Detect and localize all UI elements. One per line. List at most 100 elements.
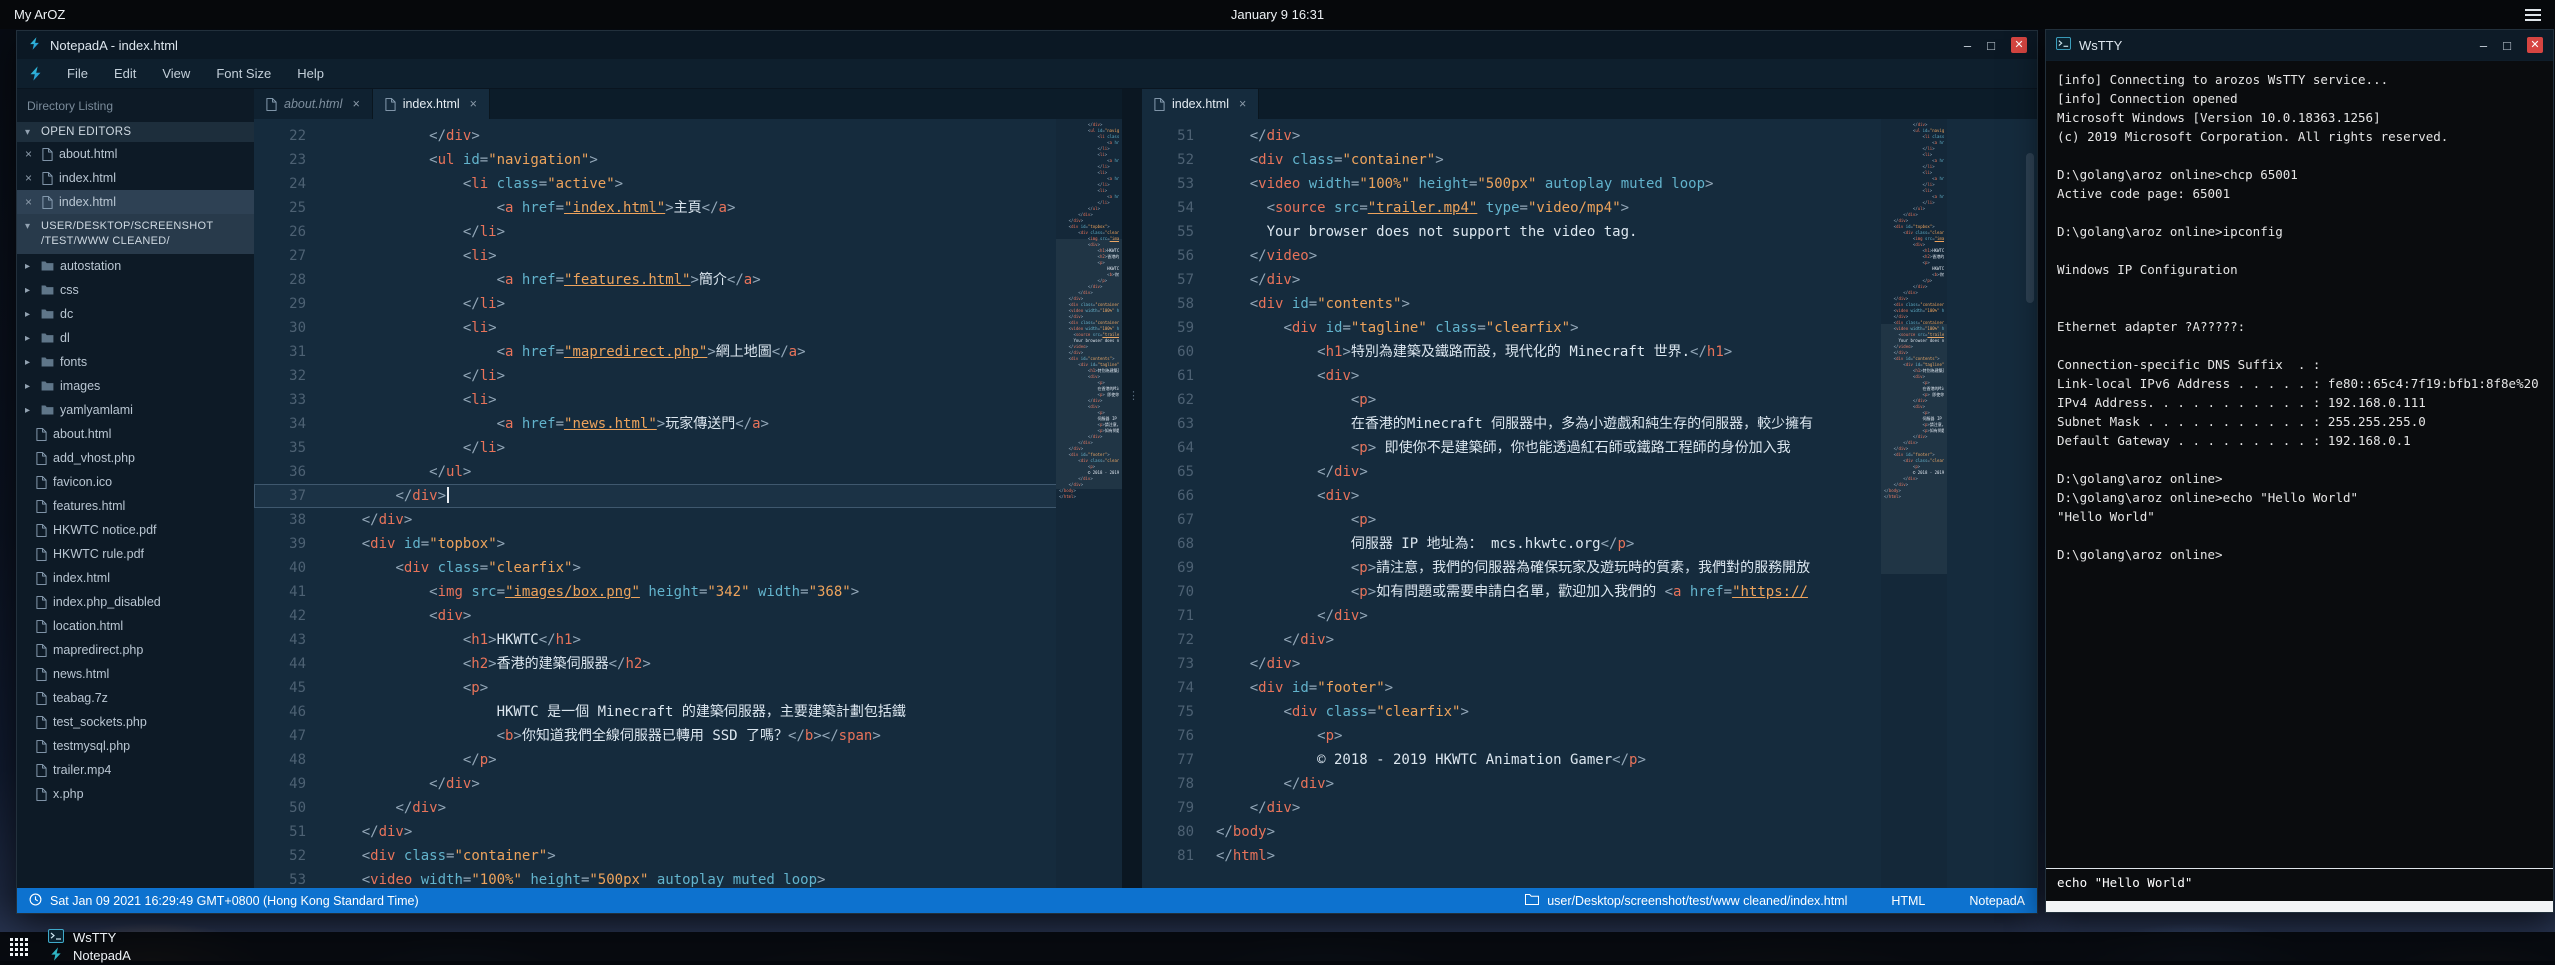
- close-editor-icon[interactable]: ×: [25, 195, 36, 209]
- code-line[interactable]: 44 <h2>香港的建築伺服器</h2>: [254, 652, 1122, 676]
- tree-item-file[interactable]: trailer.mp4: [17, 758, 254, 782]
- tree-item-file[interactable]: location.html: [17, 614, 254, 638]
- code-line[interactable]: 22 </div>: [254, 124, 1122, 148]
- hamburger-menu-icon[interactable]: [2525, 9, 2541, 21]
- code-line[interactable]: 24 <li class="active">: [254, 172, 1122, 196]
- close-button[interactable]: ✕: [2527, 37, 2543, 53]
- code-line[interactable]: 40 <div class="clearfix">: [254, 556, 1122, 580]
- code-line[interactable]: 32 </li>: [254, 364, 1122, 388]
- code-line[interactable]: 48 </p>: [254, 748, 1122, 772]
- terminal-output[interactable]: [info] Connecting to arozos WsTTY servic…: [2046, 61, 2553, 868]
- tree-item-folder[interactable]: ▸yamlyamlami: [17, 398, 254, 422]
- terminal-line: Connection-specific DNS Suffix . :: [2057, 355, 2542, 374]
- code-line[interactable]: 39 <div id="topbox">: [254, 532, 1122, 556]
- code-line[interactable]: 30 <li>: [254, 316, 1122, 340]
- code-line[interactable]: 31 <a href="mapredirect.php">網上地圖</a>: [254, 340, 1122, 364]
- tab-index.html[interactable]: index.html×: [373, 89, 490, 119]
- code-line[interactable]: 45 <p>: [254, 676, 1122, 700]
- wstty-titlebar[interactable]: WsTTY – □ ✕: [2046, 30, 2553, 60]
- code-line[interactable]: 23 <ul id="navigation">: [254, 148, 1122, 172]
- maximize-button[interactable]: □: [1987, 39, 1995, 52]
- code-line[interactable]: 41 <img src="images/box.png" height="342…: [254, 580, 1122, 604]
- terminal-input-field[interactable]: [2046, 901, 2553, 912]
- menu-file[interactable]: File: [54, 66, 101, 81]
- code-line[interactable]: 37 </div>: [254, 484, 1122, 508]
- tree-item-file[interactable]: index.php_disabled: [17, 590, 254, 614]
- open-editor-item[interactable]: ×index.html: [17, 166, 254, 190]
- tab-index.html[interactable]: index.html×: [1142, 89, 1259, 119]
- tree-item-file[interactable]: news.html: [17, 662, 254, 686]
- tree-item-file[interactable]: mapredirect.php: [17, 638, 254, 662]
- open-editors-header[interactable]: ▾ OPEN EDITORS: [17, 122, 254, 142]
- taskbar-item-wstty[interactable]: WsTTY: [48, 929, 131, 946]
- minimap-2[interactable]: </div> <ul id="navigation"> <li class="a…: [1881, 119, 1947, 888]
- tree-item-folder[interactable]: ▸css: [17, 278, 254, 302]
- tree-item-folder[interactable]: ▸fonts: [17, 350, 254, 374]
- tree-item-folder[interactable]: ▸dc: [17, 302, 254, 326]
- minimize-button[interactable]: –: [2480, 39, 2487, 52]
- status-file-path[interactable]: user/Desktop/screenshot/test/www cleaned…: [1547, 894, 1847, 908]
- tree-item-file[interactable]: add_vhost.php: [17, 446, 254, 470]
- tree-item-file[interactable]: test_sockets.php: [17, 710, 254, 734]
- menu-view[interactable]: View: [149, 66, 203, 81]
- taskbar-item-notepada[interactable]: NotepadA: [48, 946, 131, 965]
- tree-item-folder[interactable]: ▸autostation: [17, 254, 254, 278]
- minimize-button[interactable]: –: [1964, 39, 1971, 52]
- minimap-1[interactable]: </div> <ul id="navigation"> <li class="a…: [1056, 119, 1122, 888]
- code-line[interactable]: 36 </ul>: [254, 460, 1122, 484]
- code-line[interactable]: 47 <b>你知道我們全線伺服器已轉用 SSD 了嗎？</b></span>: [254, 724, 1122, 748]
- tree-item-folder[interactable]: ▸images: [17, 374, 254, 398]
- code-line[interactable]: 49 </div>: [254, 772, 1122, 796]
- open-editor-item[interactable]: ×about.html: [17, 142, 254, 166]
- tree-item-file[interactable]: HKWTC notice.pdf: [17, 518, 254, 542]
- code-line[interactable]: 50 </div>: [254, 796, 1122, 820]
- code-line[interactable]: 25 <a href="index.html">主頁</a>: [254, 196, 1122, 220]
- tree-item-file[interactable]: x.php: [17, 782, 254, 806]
- close-editor-icon[interactable]: ×: [25, 147, 36, 161]
- menu-edit[interactable]: Edit: [101, 66, 149, 81]
- close-button[interactable]: ✕: [2011, 37, 2027, 53]
- menu-help[interactable]: Help: [284, 66, 337, 81]
- tree-item-file[interactable]: teabag.7z: [17, 686, 254, 710]
- tab-about.html[interactable]: about.html×: [254, 89, 373, 119]
- app-launcher-grid-icon[interactable]: [10, 938, 28, 956]
- minimap-viewport[interactable]: [1881, 324, 1947, 574]
- menu-font-size[interactable]: Font Size: [203, 66, 284, 81]
- code-line[interactable]: 43 <h1>HKWTC</h1>: [254, 628, 1122, 652]
- editor-scrollbar[interactable]: [2025, 119, 2035, 888]
- code-line[interactable]: 42 <div>: [254, 604, 1122, 628]
- tab-close-icon[interactable]: ×: [1239, 97, 1246, 111]
- code-line[interactable]: 33 <li>: [254, 388, 1122, 412]
- maximize-button[interactable]: □: [2503, 39, 2511, 52]
- scrollbar-thumb[interactable]: [2026, 153, 2034, 303]
- code-line[interactable]: 29 </li>: [254, 292, 1122, 316]
- code-line[interactable]: 53 <video width="100%" height="500px" au…: [254, 868, 1122, 888]
- tab-close-icon[interactable]: ×: [352, 97, 359, 111]
- notepada-titlebar[interactable]: NotepadA - index.html – □ ✕: [17, 31, 2037, 59]
- tree-item-file[interactable]: about.html: [17, 422, 254, 446]
- open-editor-item[interactable]: ×index.html: [17, 190, 254, 214]
- tree-item-file[interactable]: testmysql.php: [17, 734, 254, 758]
- code-line[interactable]: 38 </div>: [254, 508, 1122, 532]
- minimap-viewport[interactable]: [1056, 239, 1122, 489]
- code-line[interactable]: 28 <a href="features.html">簡介</a>: [254, 268, 1122, 292]
- code-line[interactable]: 52 <div class="container">: [254, 844, 1122, 868]
- status-filetype[interactable]: HTML: [1891, 894, 1925, 908]
- tree-item-file[interactable]: favicon.ico: [17, 470, 254, 494]
- code-line[interactable]: 27 <li>: [254, 244, 1122, 268]
- pane-splitter[interactable]: ⋮: [1122, 89, 1142, 888]
- workspace-header[interactable]: ▾ USER/DESKTOP/SCREENSHOT /TEST/WWW CLEA…: [17, 214, 254, 254]
- tree-item-folder[interactable]: ▸dl: [17, 326, 254, 350]
- code-line[interactable]: 26 </li>: [254, 220, 1122, 244]
- tree-item-file[interactable]: index.html: [17, 566, 254, 590]
- code-line[interactable]: 35 </li>: [254, 436, 1122, 460]
- code-line[interactable]: 46 HKWTC 是一個 Minecraft 的建築伺服器，主要建築計劃包括鐵: [254, 700, 1122, 724]
- tab-close-icon[interactable]: ×: [470, 97, 477, 111]
- tree-item-file[interactable]: HKWTC rule.pdf: [17, 542, 254, 566]
- code-line[interactable]: 34 <a href="news.html">玩家傳送門</a>: [254, 412, 1122, 436]
- code-editor-1[interactable]: 22 </div>23 <ul id="navigation">24 <li c…: [254, 119, 1122, 888]
- tree-item-file[interactable]: features.html: [17, 494, 254, 518]
- system-menu-title[interactable]: My ArOZ: [14, 7, 65, 22]
- close-editor-icon[interactable]: ×: [25, 171, 36, 185]
- code-line[interactable]: 51 </div>: [254, 820, 1122, 844]
